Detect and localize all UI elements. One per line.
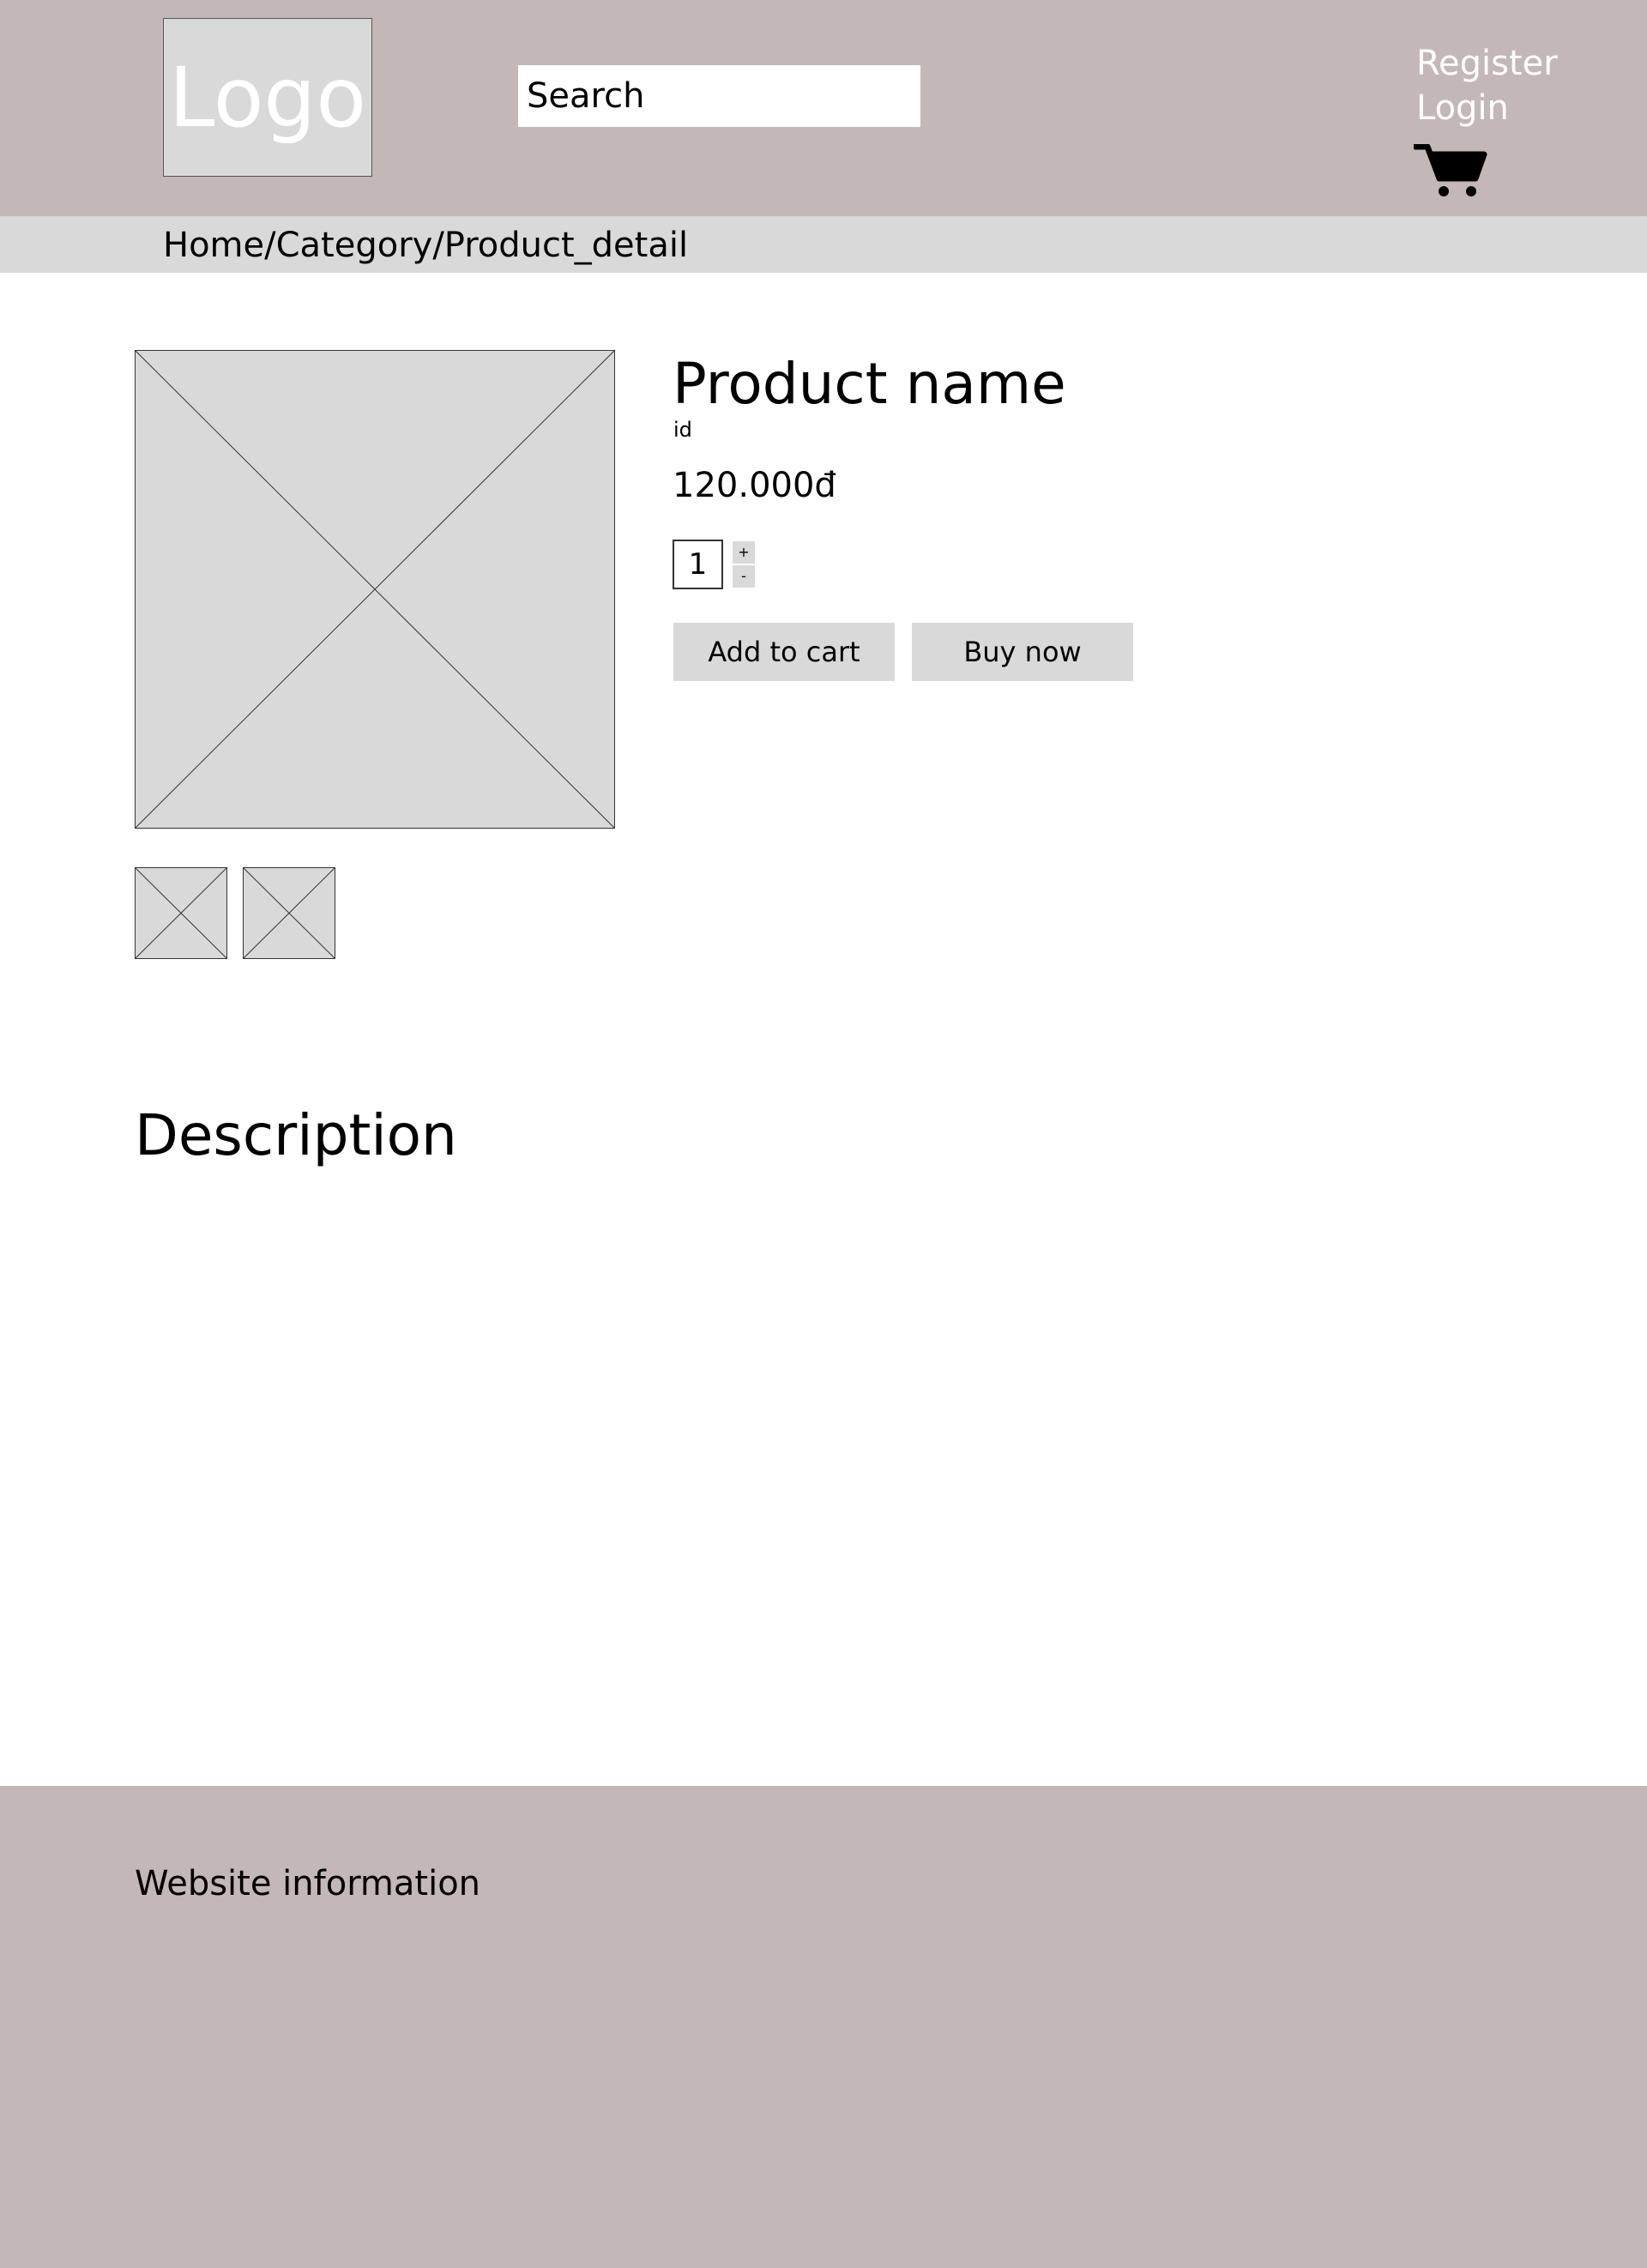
add-to-cart-button[interactable]: Add to cart bbox=[673, 623, 895, 681]
product-thumbnail-1[interactable] bbox=[135, 867, 227, 959]
buy-now-button[interactable]: Buy now bbox=[912, 623, 1133, 681]
logo[interactable]: Logo bbox=[163, 18, 372, 177]
description-title: Description bbox=[135, 1102, 457, 1168]
search-input[interactable] bbox=[518, 65, 920, 127]
site-footer: Website information bbox=[0, 1786, 1647, 2268]
breadcrumb-bar: Home/Category/Product_detail bbox=[0, 216, 1647, 273]
image-placeholder-icon bbox=[244, 868, 335, 958]
product-name: Product name bbox=[673, 351, 1066, 417]
product-thumbnail-2[interactable] bbox=[243, 867, 335, 959]
quantity-increment-button[interactable]: + bbox=[733, 541, 755, 564]
shopping-cart-icon[interactable] bbox=[1414, 144, 1487, 199]
breadcrumb[interactable]: Home/Category/Product_detail bbox=[163, 225, 688, 266]
product-price: 120.000đ bbox=[673, 466, 836, 505]
site-header: Logo Register Login bbox=[0, 0, 1647, 216]
product-detail-page: Logo Register Login Home/Category/Produc… bbox=[0, 0, 1647, 2268]
main-product-image[interactable] bbox=[135, 350, 615, 829]
quantity-input[interactable] bbox=[673, 540, 723, 589]
image-placeholder-icon bbox=[136, 351, 614, 828]
image-placeholder-icon bbox=[136, 868, 226, 958]
quantity-decrement-button[interactable]: - bbox=[733, 565, 755, 588]
auth-links: Register Login bbox=[1416, 41, 1558, 130]
register-link[interactable]: Register bbox=[1416, 41, 1558, 86]
footer-info: Website information bbox=[135, 1864, 481, 1903]
product-id: id bbox=[673, 418, 692, 442]
login-link[interactable]: Login bbox=[1416, 86, 1558, 130]
